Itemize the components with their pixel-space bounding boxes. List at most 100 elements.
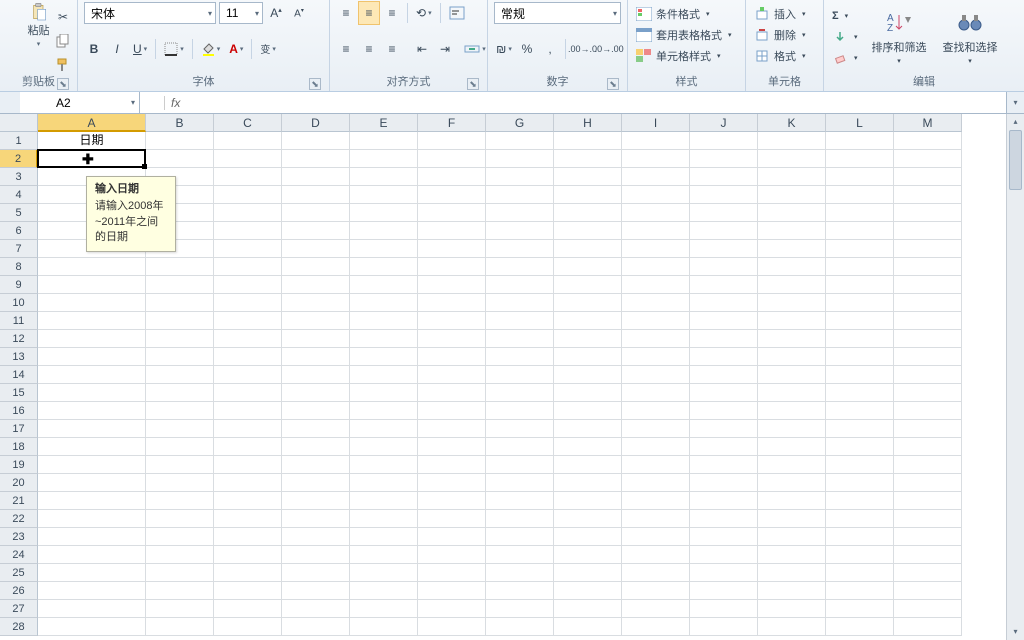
cell-J21[interactable] [690, 492, 758, 510]
cell-M3[interactable] [894, 168, 962, 186]
cell-K21[interactable] [758, 492, 826, 510]
column-header-M[interactable]: M [894, 114, 962, 132]
orientation-button[interactable]: ⟲ [413, 2, 435, 24]
cell-G23[interactable] [486, 528, 554, 546]
cell-D8[interactable] [282, 258, 350, 276]
cell-M18[interactable] [894, 438, 962, 456]
cell-E27[interactable] [350, 600, 418, 618]
scroll-down-icon[interactable]: ▾ [1007, 624, 1024, 640]
column-header-H[interactable]: H [554, 114, 622, 132]
row-header-11[interactable]: 11 [0, 312, 38, 330]
cell-J18[interactable] [690, 438, 758, 456]
cell-B26[interactable] [146, 582, 214, 600]
cell-C5[interactable] [214, 204, 282, 222]
increase-indent-button[interactable]: ⇥ [435, 38, 455, 60]
cell-E3[interactable] [350, 168, 418, 186]
cell-B22[interactable] [146, 510, 214, 528]
cell-L2[interactable] [826, 150, 894, 168]
cell-L3[interactable] [826, 168, 894, 186]
cell-J19[interactable] [690, 456, 758, 474]
cell-H7[interactable] [554, 240, 622, 258]
formula-input[interactable] [186, 92, 1006, 113]
cell-A27[interactable] [38, 600, 146, 618]
cell-M12[interactable] [894, 330, 962, 348]
cell-G20[interactable] [486, 474, 554, 492]
cell-E12[interactable] [350, 330, 418, 348]
cell-A10[interactable] [38, 294, 146, 312]
find-select-button[interactable]: 查找和选择▾ [939, 7, 1002, 67]
cell-L13[interactable] [826, 348, 894, 366]
cell-B14[interactable] [146, 366, 214, 384]
cell-E4[interactable] [350, 186, 418, 204]
align-right-button[interactable]: ≡ [382, 38, 402, 60]
cell-I17[interactable] [622, 420, 690, 438]
row-header-8[interactable]: 8 [0, 258, 38, 276]
cell-C14[interactable] [214, 366, 282, 384]
cell-A1[interactable]: 日期 [38, 132, 146, 150]
row-header-1[interactable]: 1 [0, 132, 38, 150]
cell-I26[interactable] [622, 582, 690, 600]
scroll-up-icon[interactable]: ▴ [1007, 114, 1024, 130]
cell-G11[interactable] [486, 312, 554, 330]
cell-A28[interactable] [38, 618, 146, 636]
cell-H11[interactable] [554, 312, 622, 330]
cell-C13[interactable] [214, 348, 282, 366]
cell-F27[interactable] [418, 600, 486, 618]
cell-M21[interactable] [894, 492, 962, 510]
cell-L8[interactable] [826, 258, 894, 276]
cell-C22[interactable] [214, 510, 282, 528]
cell-K18[interactable] [758, 438, 826, 456]
cell-C3[interactable] [214, 168, 282, 186]
cell-M23[interactable] [894, 528, 962, 546]
borders-button[interactable] [161, 38, 187, 60]
cell-C16[interactable] [214, 402, 282, 420]
cell-B15[interactable] [146, 384, 214, 402]
delete-button[interactable]: 删除▾ [752, 25, 817, 45]
cell-I7[interactable] [622, 240, 690, 258]
phonetic-button[interactable]: 变 [257, 38, 279, 60]
cell-D28[interactable] [282, 618, 350, 636]
cell-H24[interactable] [554, 546, 622, 564]
cell-E1[interactable] [350, 132, 418, 150]
increase-font-button[interactable]: A▴ [266, 2, 286, 24]
cell-D9[interactable] [282, 276, 350, 294]
cell-J25[interactable] [690, 564, 758, 582]
cell-E16[interactable] [350, 402, 418, 420]
cell-F26[interactable] [418, 582, 486, 600]
cell-I11[interactable] [622, 312, 690, 330]
cell-G6[interactable] [486, 222, 554, 240]
cell-B27[interactable] [146, 600, 214, 618]
cell-E20[interactable] [350, 474, 418, 492]
cell-M26[interactable] [894, 582, 962, 600]
cell-F23[interactable] [418, 528, 486, 546]
cell-K3[interactable] [758, 168, 826, 186]
cell-H8[interactable] [554, 258, 622, 276]
cell-H5[interactable] [554, 204, 622, 222]
cell-L20[interactable] [826, 474, 894, 492]
cell-L10[interactable] [826, 294, 894, 312]
cell-A26[interactable] [38, 582, 146, 600]
cell-B24[interactable] [146, 546, 214, 564]
cell-F9[interactable] [418, 276, 486, 294]
cell-H3[interactable] [554, 168, 622, 186]
column-header-A[interactable]: A [38, 114, 146, 132]
cell-G14[interactable] [486, 366, 554, 384]
cell-A8[interactable] [38, 258, 146, 276]
cell-J20[interactable] [690, 474, 758, 492]
cell-C10[interactable] [214, 294, 282, 312]
cell-E23[interactable] [350, 528, 418, 546]
font-name-combo[interactable]: 宋体▾ [84, 2, 216, 24]
column-header-G[interactable]: G [486, 114, 554, 132]
cell-E8[interactable] [350, 258, 418, 276]
cell-F5[interactable] [418, 204, 486, 222]
row-header-28[interactable]: 28 [0, 618, 38, 636]
cell-M10[interactable] [894, 294, 962, 312]
cell-F28[interactable] [418, 618, 486, 636]
cell-A19[interactable] [38, 456, 146, 474]
column-header-F[interactable]: F [418, 114, 486, 132]
cell-H16[interactable] [554, 402, 622, 420]
cell-C18[interactable] [214, 438, 282, 456]
cell-E18[interactable] [350, 438, 418, 456]
cell-K4[interactable] [758, 186, 826, 204]
cell-F3[interactable] [418, 168, 486, 186]
